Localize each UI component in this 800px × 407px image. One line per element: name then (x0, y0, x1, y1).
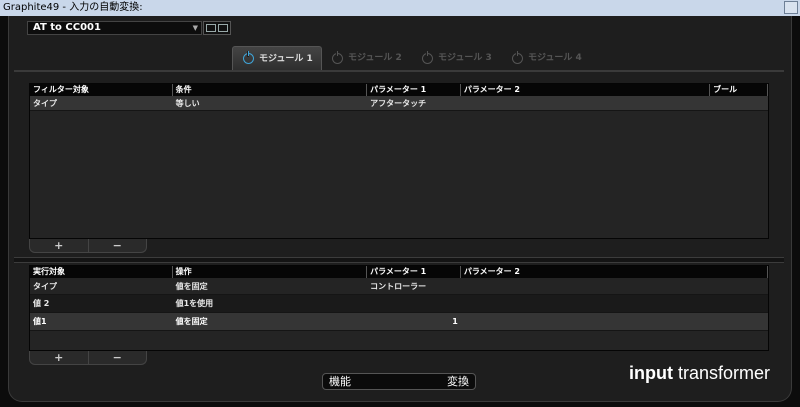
table-cell[interactable]: 値 2 (30, 295, 173, 312)
table-cell[interactable]: 値1を使用 (173, 295, 367, 312)
load-preset-icon[interactable] (206, 24, 216, 32)
power-icon[interactable] (243, 51, 254, 64)
module-tabs: モジュール 1 モジュール 2 モジュール 3 モジュール 4 (232, 46, 592, 70)
table-cell[interactable]: タイプ (30, 278, 173, 294)
table-row[interactable]: タイプ 値を固定 コントローラー (30, 278, 768, 295)
action-table: 実行対象 操作 パラメーター 1 パラメーター 2 タイプ 値を固定 コントロー… (29, 265, 769, 351)
table-cell[interactable] (461, 295, 768, 312)
window-title: Graphite49 - 入力の自動変換: (3, 2, 143, 13)
action-table-header: 実行対象 操作 パラメーター 1 パラメーター 2 (30, 266, 768, 278)
tab-module-4[interactable]: モジュール 4 (502, 46, 592, 70)
save-preset-icon[interactable] (218, 24, 228, 32)
tab-module-3[interactable]: モジュール 3 (412, 46, 502, 70)
table-row[interactable]: 値1 値を固定 1 (30, 313, 768, 331)
filter-row-controls: + − (29, 239, 147, 253)
table-cell[interactable] (461, 313, 768, 330)
column-header[interactable]: フィルター対象 (30, 84, 173, 96)
table-cell[interactable]: コントローラー (367, 278, 461, 294)
table-cell[interactable]: 値を固定 (173, 278, 367, 294)
column-header[interactable]: パラメーター 1 (367, 84, 461, 96)
close-button[interactable] (784, 1, 798, 14)
table-cell[interactable]: タイプ (30, 96, 173, 110)
brand-bold: input (628, 363, 673, 383)
table-cell[interactable]: 値1 (30, 313, 173, 330)
tab-module-2[interactable]: モジュール 2 (322, 46, 412, 70)
table-cell[interactable]: 値を固定 (173, 313, 367, 330)
remove-filter-row-button[interactable]: − (87, 239, 147, 252)
remove-action-row-button[interactable]: − (87, 351, 147, 364)
function-label: 機能 (329, 375, 351, 388)
filter-table: フィルター対象 条件 パラメーター 1 パラメーター 2 ブール タイプ 等しい… (29, 83, 769, 239)
column-header[interactable]: パラメーター 2 (461, 84, 711, 96)
table-cell[interactable]: 1 (367, 313, 461, 330)
column-header[interactable]: パラメーター 2 (461, 266, 768, 278)
column-header[interactable]: 操作 (173, 266, 368, 278)
brand-rest: transformer (672, 363, 770, 383)
table-cell[interactable]: 等しい (173, 96, 367, 110)
column-header[interactable]: 条件 (173, 84, 368, 96)
power-icon[interactable] (512, 50, 523, 64)
tab-module-1[interactable]: モジュール 1 (232, 46, 322, 70)
table-row[interactable]: 値 2 値1を使用 (30, 295, 768, 313)
preset-actions (203, 21, 231, 35)
table-cell[interactable] (461, 278, 768, 294)
action-row-controls: + − (29, 351, 147, 365)
tab-label: モジュール 4 (528, 53, 582, 63)
table-cell[interactable]: アフタータッチ (367, 96, 461, 110)
table-cell[interactable] (367, 295, 461, 312)
table-row[interactable]: タイプ 等しい アフタータッチ (30, 96, 768, 111)
add-filter-row-button[interactable]: + (30, 239, 88, 252)
function-value: 変換 (447, 375, 469, 388)
section-splitter[interactable] (14, 257, 784, 263)
chevron-down-icon: ▼ (192, 24, 198, 32)
filter-table-header: フィルター対象 条件 パラメーター 1 パラメーター 2 ブール (30, 84, 768, 96)
power-icon[interactable] (422, 50, 433, 64)
power-icon[interactable] (332, 50, 343, 64)
column-header[interactable]: 実行対象 (30, 266, 173, 278)
tab-divider (14, 70, 784, 72)
tab-label: モジュール 3 (438, 53, 492, 63)
table-cell[interactable] (710, 96, 768, 110)
column-header[interactable]: ブール (710, 84, 768, 96)
preset-selector[interactable]: AT to CC001 ▼ (27, 21, 202, 35)
preset-name: AT to CC001 (33, 22, 101, 33)
tab-label: モジュール 2 (348, 53, 402, 63)
add-action-row-button[interactable]: + (30, 351, 88, 364)
function-selector[interactable]: 機能 変換 (322, 373, 476, 390)
brand-logo: input transformer (629, 363, 770, 384)
window-title-bar: Graphite49 - 入力の自動変換: (0, 0, 800, 16)
tab-label: モジュール 1 (259, 53, 313, 64)
column-header[interactable]: パラメーター 1 (367, 266, 461, 278)
table-cell[interactable] (461, 96, 710, 110)
